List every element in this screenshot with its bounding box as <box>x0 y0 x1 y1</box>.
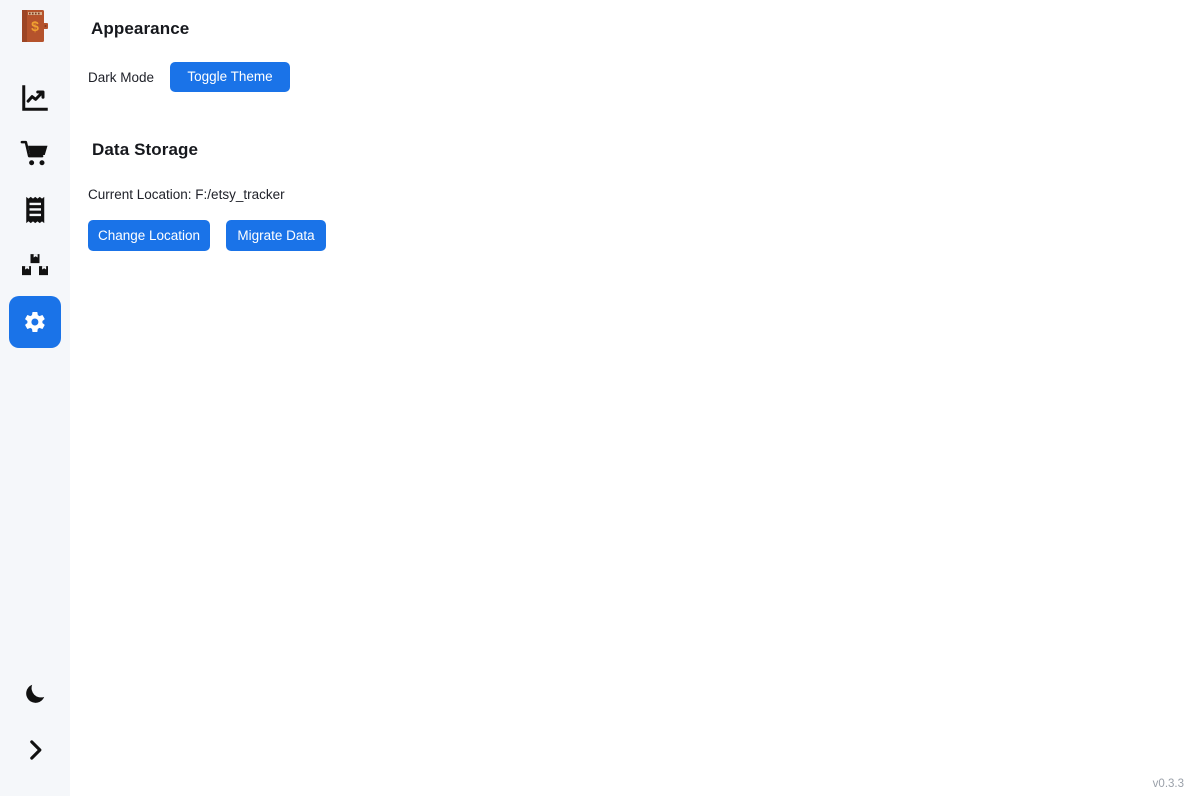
receipt-icon <box>26 196 45 224</box>
app-window: $ Appearance Dark Mode Toggle Theme Data… <box>0 0 1196 796</box>
app-version-label: v0.3.3 <box>1152 778 1184 790</box>
shopping-cart-icon <box>20 140 48 166</box>
data-storage-title: Data Storage <box>92 140 199 159</box>
ledger-dollar-icon: $ <box>22 10 48 42</box>
gear-icon <box>25 311 45 333</box>
data-storage-section: Data Storage Current Location: F:/etsy_t… <box>70 140 1196 251</box>
storage-actions-row: Change Location Migrate Data <box>88 220 1196 251</box>
sidebar-item-inventory[interactable] <box>9 240 61 292</box>
sidebar-item-analytics[interactable] <box>9 72 61 124</box>
sidebar-item-expenses[interactable] <box>9 184 61 236</box>
svg-text:$: $ <box>31 18 39 34</box>
sidebar: $ <box>0 0 70 796</box>
sidebar-item-orders[interactable] <box>9 128 61 180</box>
sidebar-bottom-actions <box>0 670 70 796</box>
appearance-title: Appearance <box>91 19 190 38</box>
change-location-button[interactable]: Change Location <box>88 220 210 251</box>
appearance-section: Appearance Dark Mode Toggle Theme <box>70 19 1196 93</box>
dark-mode-row: Dark Mode Toggle Theme <box>88 61 1196 93</box>
dark-mode-toggle-button[interactable] <box>11 670 59 718</box>
toggle-theme-button[interactable]: Toggle Theme <box>170 62 291 92</box>
expand-sidebar-button[interactable] <box>11 726 59 774</box>
analytics-chart-icon <box>22 85 48 111</box>
boxes-inventory-icon <box>22 254 48 276</box>
migrate-data-button[interactable]: Migrate Data <box>226 220 326 251</box>
moon-icon <box>26 684 45 703</box>
current-location-text: Current Location: F:/etsy_tracker <box>88 187 285 202</box>
sidebar-nav <box>0 72 70 352</box>
sidebar-item-settings[interactable] <box>9 296 61 348</box>
dark-mode-label: Dark Mode <box>88 69 155 85</box>
chevron-right-icon <box>30 740 42 760</box>
settings-page: Appearance Dark Mode Toggle Theme Data S… <box>70 0 1196 796</box>
app-logo: $ <box>20 8 50 44</box>
